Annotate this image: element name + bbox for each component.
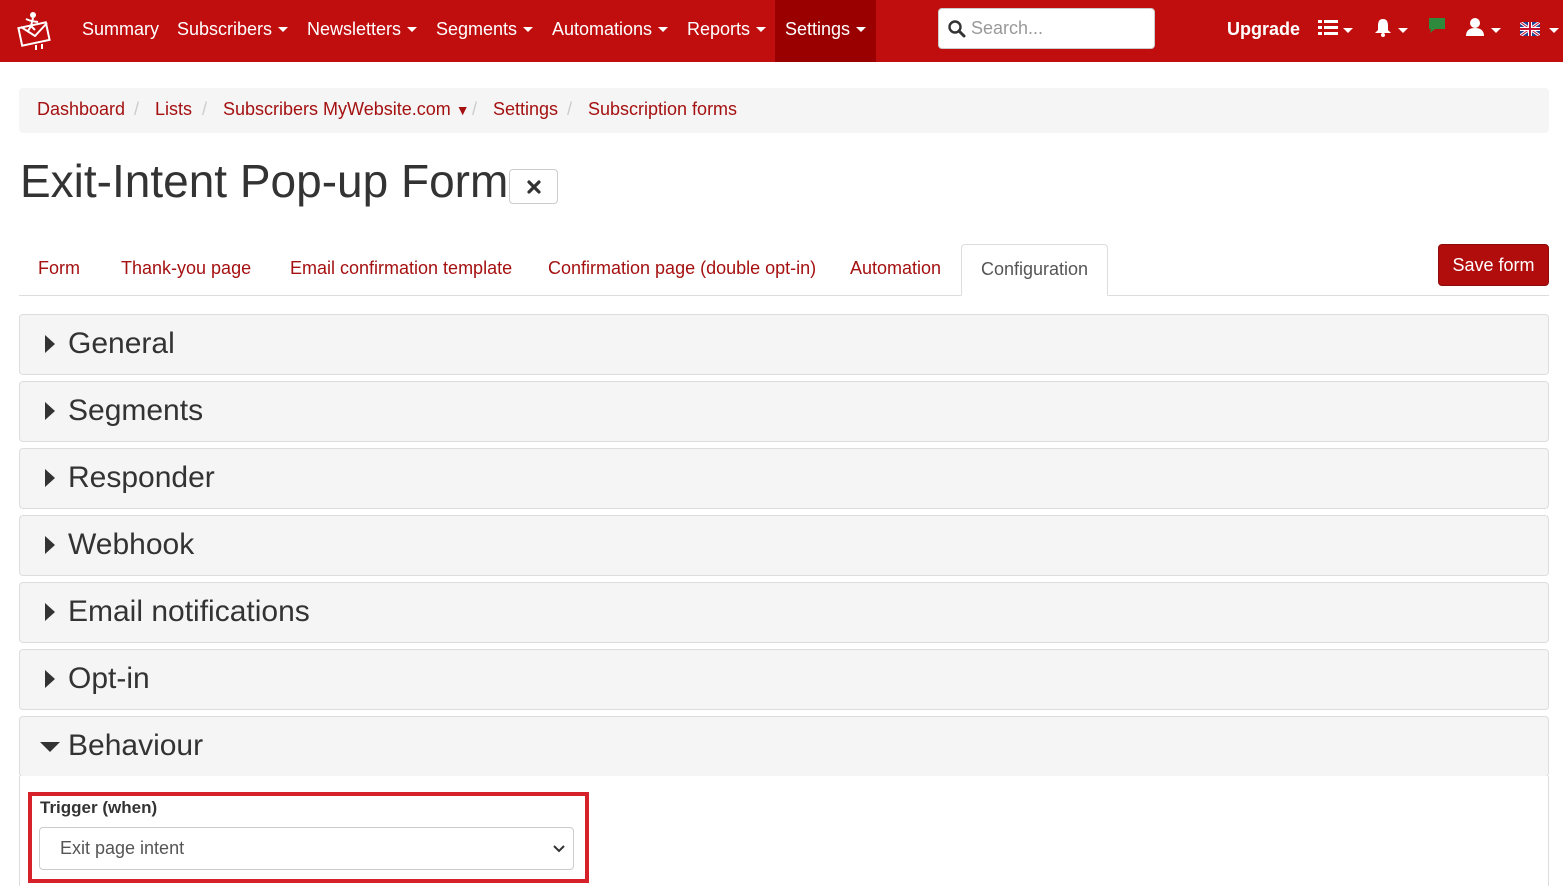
triangle-right-icon: [45, 536, 55, 554]
nav-reports[interactable]: Reports: [687, 0, 767, 62]
panel-title: Responder: [68, 461, 215, 494]
panel-general[interactable]: General: [19, 314, 1549, 375]
breadcrumb-settings[interactable]: Settings: [493, 99, 558, 120]
trigger-label: Trigger (when): [40, 798, 158, 817]
nav-settings[interactable]: Settings: [775, 0, 876, 62]
breadcrumb-subscription-forms[interactable]: Subscription forms: [588, 99, 737, 120]
caret-down-icon: [658, 26, 669, 32]
panel-title: Behaviour: [68, 729, 204, 762]
save-form-button[interactable]: Save form: [1438, 244, 1549, 286]
tab-form[interactable]: Form: [38, 258, 80, 279]
breadcrumb-dashboard[interactable]: Dashboard: [37, 99, 125, 120]
nav-summary[interactable]: Summary: [82, 0, 159, 62]
chat-icon: [1429, 18, 1445, 33]
tab-confirmation-page[interactable]: Confirmation page (double opt-in): [548, 258, 816, 279]
tab-configuration[interactable]: Configuration: [961, 244, 1109, 296]
breadcrumb-list-selector[interactable]: Subscribers MyWebsite.com ▼: [223, 99, 470, 120]
breadcrumb-separator: /: [134, 99, 140, 119]
nav-subscribers-label: Subscribers: [177, 19, 273, 39]
triangle-right-icon: [45, 670, 55, 688]
caret-down-icon: [856, 26, 867, 32]
panel-title: Opt-in: [68, 662, 150, 695]
breadcrumb-lists[interactable]: Lists: [155, 99, 192, 120]
language-menu-button[interactable]: [1520, 16, 1560, 44]
nav-automations-label: Automations: [552, 19, 653, 39]
panel-webhook[interactable]: Webhook: [19, 515, 1549, 576]
user-menu-button[interactable]: [1465, 16, 1503, 44]
panel-title: Email notifications: [68, 595, 310, 628]
caret-down-icon: [1398, 28, 1408, 33]
triangle-right-icon: [45, 335, 55, 353]
page-title: Exit-Intent Pop-up Form: [20, 155, 509, 207]
lists-menu-button[interactable]: [1318, 16, 1356, 44]
caret-down-icon: [278, 26, 289, 32]
search-box: [938, 8, 1155, 49]
notifications-button[interactable]: [1374, 16, 1410, 44]
nav-newsletters-label: Newsletters: [307, 19, 402, 39]
caret-down-icon: [756, 26, 767, 32]
caret-down-icon: [523, 26, 534, 32]
nav-reports-label: Reports: [687, 19, 751, 39]
tabs-divider: [19, 295, 1549, 296]
tab-automation[interactable]: Automation: [850, 258, 941, 279]
chevron-down-icon: [553, 845, 565, 853]
app-logo-icon[interactable]: [16, 9, 56, 51]
bell-icon: [1375, 19, 1391, 37]
caret-down-icon: [1491, 28, 1501, 33]
nav-segments-label: Segments: [436, 19, 518, 39]
triangle-down-icon: [40, 742, 60, 752]
user-icon: [1466, 18, 1484, 36]
breadcrumb-separator: /: [202, 99, 208, 119]
nav-subscribers[interactable]: Subscribers: [177, 0, 289, 62]
triangle-right-icon: [45, 603, 55, 621]
close-button[interactable]: [509, 169, 558, 204]
caret-down-icon: [407, 26, 418, 32]
nav-segments[interactable]: Segments: [436, 0, 534, 62]
search-icon: [948, 20, 966, 38]
upgrade-link[interactable]: Upgrade: [1227, 0, 1300, 62]
nav-settings-label: Settings: [785, 19, 851, 39]
list-icon: [1318, 20, 1338, 35]
nav-summary-label: Summary: [82, 19, 160, 39]
top-navbar: Summary Subscribers Newsletters Segments…: [0, 0, 1563, 62]
panel-segments[interactable]: Segments: [19, 381, 1549, 442]
caret-down-icon: [1343, 28, 1353, 33]
tab-email-confirmation-template[interactable]: Email confirmation template: [290, 258, 512, 279]
search-input[interactable]: [971, 10, 1151, 47]
panel-responder[interactable]: Responder: [19, 448, 1549, 509]
triangle-right-icon: [45, 469, 55, 487]
panel-opt-in[interactable]: Opt-in: [19, 649, 1549, 710]
panel-title: Webhook: [68, 528, 195, 561]
panel-behaviour[interactable]: Behaviour: [19, 716, 1549, 777]
breadcrumb-list-label: Subscribers MyWebsite.com: [223, 99, 451, 119]
tab-thank-you-page[interactable]: Thank-you page: [121, 258, 251, 279]
close-icon: [527, 180, 541, 194]
triangle-right-icon: [45, 402, 55, 420]
nav-automations[interactable]: Automations: [552, 0, 669, 62]
breadcrumb-separator: /: [567, 99, 573, 119]
breadcrumb-separator: /: [472, 99, 478, 119]
trigger-select[interactable]: Exit page intent: [39, 827, 574, 870]
nav-newsletters[interactable]: Newsletters: [307, 0, 418, 62]
caret-down-icon: [1549, 28, 1559, 33]
panel-email-notifications[interactable]: Email notifications: [19, 582, 1549, 643]
triangle-down-icon: ▼: [455, 102, 470, 118]
trigger-select-value: Exit page intent: [60, 838, 185, 858]
breadcrumb: Dashboard / Lists / Subscribers MyWebsit…: [19, 88, 1549, 133]
panel-title: General: [68, 327, 175, 360]
messages-button[interactable]: [1427, 16, 1449, 44]
uk-flag-icon: [1520, 22, 1540, 36]
panel-title: Segments: [68, 394, 204, 427]
